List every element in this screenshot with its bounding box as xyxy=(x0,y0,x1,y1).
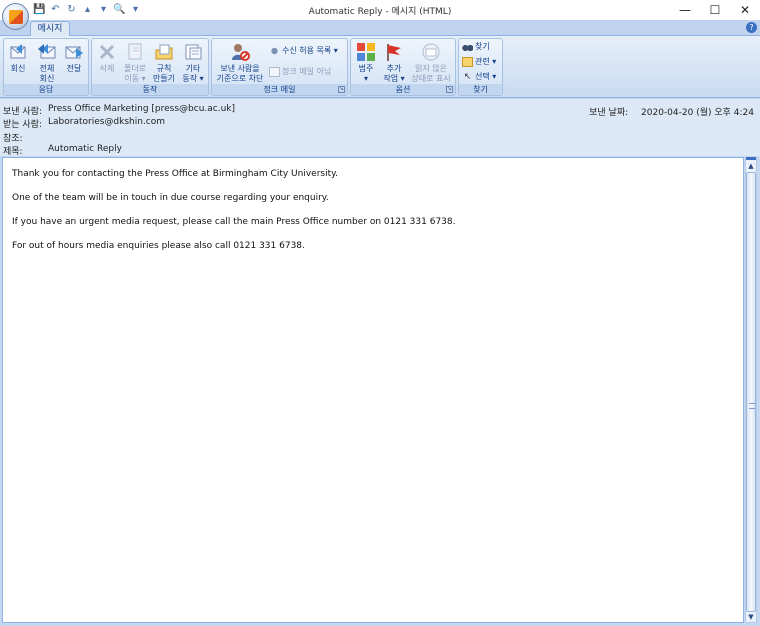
delete-button[interactable]: 삭제 xyxy=(95,42,119,74)
to-label: 받는 사람: xyxy=(3,120,43,130)
help-icon[interactable]: ? xyxy=(746,22,757,33)
to-value[interactable]: Laboratories@dkshin.com xyxy=(48,117,165,127)
mark-unread-icon xyxy=(422,43,440,61)
vertical-scrollbar[interactable]: ▲ ▼ xyxy=(745,157,757,623)
sent-value: 2020-04-20 (월) 오후 4:24 xyxy=(641,108,754,118)
ribbon-tab-strip: 메시지 ? xyxy=(0,20,760,36)
ribbon: 회신 전체 회신 전달 응답 삭제 폴더로 이동 ▾ 규칙 만들기 기타 동작 ▾ 동 xyxy=(0,36,760,98)
title-bar: 💾 ↶ ↻ ▴ ▾ 🔍 ▾ Automatic Reply - 메시지 (HTM… xyxy=(0,0,760,20)
related-button[interactable]: 관련 ▾ xyxy=(462,56,496,68)
scrollbar-thumb[interactable] xyxy=(746,172,756,612)
subject-label: 제목: xyxy=(3,147,23,157)
window-title: Automatic Reply - 메시지 (HTML) xyxy=(308,7,452,17)
body-paragraph: One of the team will be in touch in due … xyxy=(12,193,329,203)
group-junk: 보낸 사람을 기준으로 차단 수신 허용 목록 ▾ 정크 메일 아님 정크 메일 … xyxy=(211,38,348,96)
group-label-options: 옵션 xyxy=(351,84,455,95)
create-rule-button[interactable]: 규칙 만들기 xyxy=(151,42,177,84)
find-button[interactable]: 찾기 xyxy=(462,41,490,53)
group-find: 찾기 관련 ▾ ↖ 선택 ▾ 찾기 xyxy=(458,38,503,96)
reply-button[interactable]: 회신 xyxy=(6,42,30,74)
move-to-folder-button[interactable]: 폴더로 이동 ▾ xyxy=(121,42,149,84)
scroll-top-marker xyxy=(746,157,756,160)
group-actions: 삭제 폴더로 이동 ▾ 규칙 만들기 기타 동작 ▾ 동작 xyxy=(91,38,209,96)
binoculars-icon xyxy=(462,41,473,52)
subject-value: Automatic Reply xyxy=(48,144,122,154)
scroll-grip-icon xyxy=(749,403,755,409)
group-respond: 회신 전체 회신 전달 응답 xyxy=(3,38,89,96)
other-actions-button[interactable]: 기타 동작 ▾ xyxy=(179,42,207,84)
body-paragraph: Thank you for contacting the Press Offic… xyxy=(12,169,339,179)
reply-icon xyxy=(10,44,26,59)
flag-icon xyxy=(387,44,401,61)
options-dialog-launcher-icon[interactable]: ↘ xyxy=(446,86,453,93)
office-button[interactable] xyxy=(2,3,29,30)
message-text: Thank you for contacting the Press Offic… xyxy=(12,170,732,266)
from-value[interactable]: Press Office Marketing [press@bcu.ac.uk] xyxy=(48,104,235,114)
scroll-up-arrow-icon[interactable]: ▲ xyxy=(746,161,756,171)
categorize-button[interactable]: 범주 ▾ xyxy=(354,42,378,84)
group-label-junk: 정크 메일 xyxy=(212,84,347,95)
body-paragraph: If you have an urgent media request, ple… xyxy=(12,217,456,227)
maximize-button[interactable]: ☐ xyxy=(700,0,730,20)
categorize-icon xyxy=(357,43,375,61)
sent-date: 보낸 날짜: 2020-04-20 (월) 오후 4:24 xyxy=(589,105,754,118)
delete-icon xyxy=(99,44,115,60)
not-junk-button[interactable]: 정크 메일 아님 xyxy=(269,66,331,78)
message-body[interactable]: Thank you for contacting the Press Offic… xyxy=(2,157,744,623)
junk-dialog-launcher-icon[interactable]: ↘ xyxy=(338,86,345,93)
group-label-actions: 동작 xyxy=(92,84,208,95)
block-sender-button[interactable]: 보낸 사람을 기준으로 차단 xyxy=(214,42,266,84)
move-folder-icon xyxy=(128,43,142,60)
group-options: 범주 ▾ 추가 작업 ▾ 읽지 않은 상태로 표시 옵션 ↘ xyxy=(350,38,456,96)
block-sender-icon xyxy=(232,44,250,61)
mark-unread-button[interactable]: 읽지 않은 상태로 표시 xyxy=(409,42,453,84)
scroll-down-arrow-icon[interactable]: ▼ xyxy=(746,612,756,622)
close-button[interactable]: ✕ xyxy=(730,0,760,20)
cc-label: 참조: xyxy=(3,134,23,144)
message-header: 보낸 사람: Press Office Marketing [press@bcu… xyxy=(0,99,760,157)
sent-label: 보낸 날짜: xyxy=(589,108,629,118)
minimize-button[interactable]: — xyxy=(670,0,700,20)
safe-lists-icon xyxy=(269,45,280,56)
group-label-find: 찾기 xyxy=(459,84,502,95)
reply-all-icon xyxy=(38,44,56,59)
forward-icon xyxy=(65,46,83,59)
reply-all-button[interactable]: 전체 회신 xyxy=(34,42,60,84)
cursor-icon: ↖ xyxy=(463,71,472,82)
office-logo-icon xyxy=(9,10,23,24)
select-button[interactable]: ↖ 선택 ▾ xyxy=(462,71,497,83)
body-paragraph: For out of hours media enquiries please … xyxy=(12,241,305,251)
group-label-respond: 응답 xyxy=(4,84,88,95)
safe-lists-button[interactable]: 수신 허용 목록 ▾ xyxy=(269,45,338,57)
not-junk-icon xyxy=(269,66,280,77)
related-icon xyxy=(462,56,473,67)
follow-up-button[interactable]: 추가 작업 ▾ xyxy=(381,42,407,84)
create-rule-icon xyxy=(155,44,173,60)
other-actions-icon xyxy=(185,44,202,60)
tab-message[interactable]: 메시지 xyxy=(30,21,70,36)
forward-button[interactable]: 전달 xyxy=(62,42,86,74)
from-label: 보낸 사람: xyxy=(3,107,43,117)
